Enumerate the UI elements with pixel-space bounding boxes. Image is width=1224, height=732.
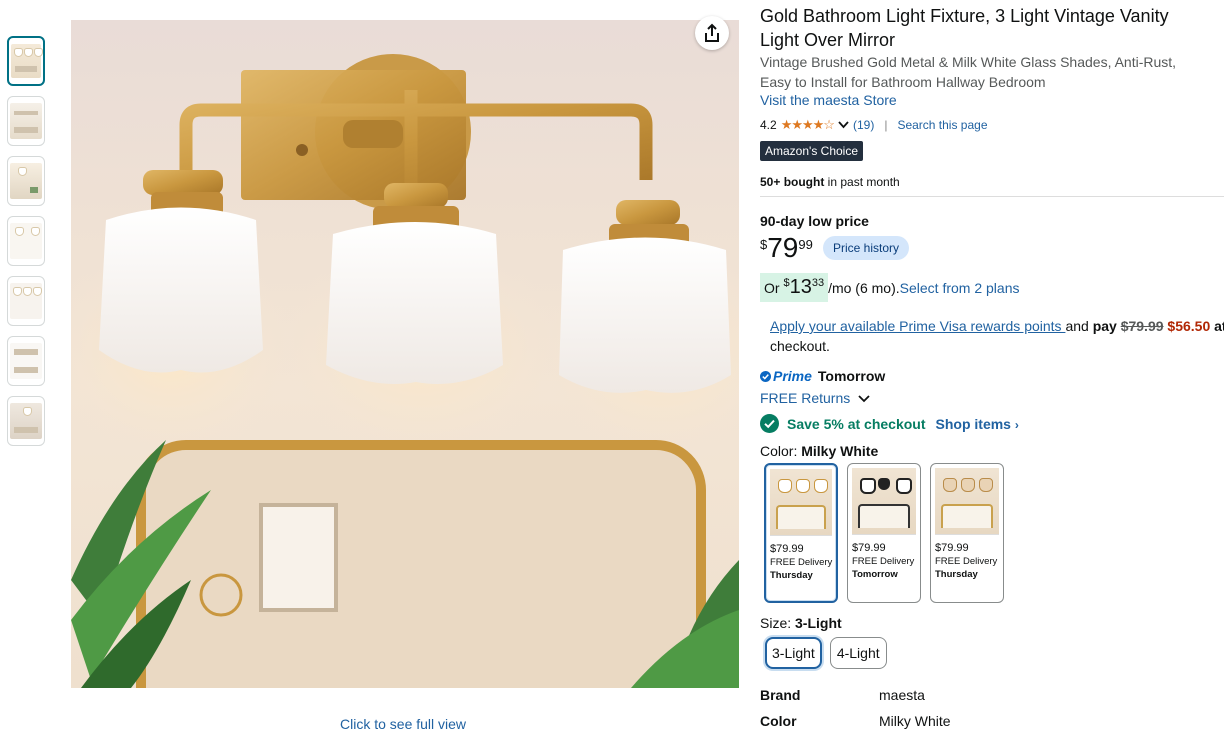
monthly-price-highlight: Or $13 33	[760, 273, 829, 302]
monthly-fraction: 33	[811, 277, 825, 289]
thumbnail-7[interactable]	[7, 396, 45, 446]
low-price-label: 90-day low price	[760, 213, 869, 229]
swatch-info: $79.99 FREE Delivery Tomorrow	[852, 542, 914, 581]
spec-value: maesta	[879, 687, 925, 703]
visa-and: and	[1065, 318, 1093, 334]
price-fraction: 99	[798, 237, 813, 252]
chevron-down-icon	[858, 395, 870, 403]
spec-row-brand: Brand maesta	[760, 687, 925, 703]
amazons-choice-badge: Amazon's Choice	[760, 141, 863, 161]
price-currency: $	[760, 237, 768, 252]
search-this-page-link[interactable]: Search this page	[897, 118, 987, 132]
free-returns[interactable]: FREE Returns	[760, 390, 870, 406]
thumbnail-1[interactable]	[7, 36, 45, 86]
rating-value: 4.2	[760, 118, 777, 132]
monthly-suffix: /mo (6 mo).	[828, 279, 900, 296]
share-icon	[705, 23, 719, 42]
visa-old-price: $79.99	[1120, 318, 1164, 334]
color-swatch-clear[interactable]: $79.99 FREE Delivery Thursday	[930, 463, 1004, 603]
thumbnail-4[interactable]	[7, 216, 45, 266]
chevron-right-icon: ›	[1014, 417, 1019, 432]
full-view-link[interactable]: Click to see full view	[340, 716, 466, 732]
monthly-prefix: Or	[764, 280, 780, 296]
product-title: Gold Bathroom Light Fixture, 3 Light Vin…	[760, 6, 1169, 50]
separator: |	[884, 118, 888, 132]
shop-items-label: Shop items	[935, 415, 1011, 432]
size-label: Size: 3-Light	[760, 615, 842, 631]
size-option-4-light[interactable]: 4-Light	[829, 637, 887, 669]
swatch-day: Thursday	[935, 569, 978, 580]
swatch-info: $79.99 FREE Delivery Thursday	[935, 542, 997, 581]
spec-key: Brand	[760, 687, 801, 703]
vanity-light-illustration	[71, 54, 739, 688]
bought-count-number: 50+ bought	[760, 175, 825, 189]
thumbnail-5[interactable]	[7, 276, 45, 326]
color-swatches: $79.99 FREE Delivery Thursday $79.99 FRE…	[764, 463, 1004, 603]
monthly-payment: Or $13 33 /mo (6 mo). Select from 2 plans	[760, 273, 1020, 302]
review-count-link[interactable]: (19)	[853, 118, 874, 132]
divider	[760, 196, 1224, 197]
swatch-image	[935, 468, 999, 535]
swatch-delivery: FREE Delivery	[852, 556, 915, 567]
select-plans-link[interactable]: Select from 2 plans	[900, 280, 1020, 296]
color-label: Color: Milky White	[760, 443, 878, 459]
main-product-image[interactable]	[71, 20, 739, 688]
size-options: 3-Light 4-Light	[765, 637, 887, 669]
thumbnail-2[interactable]	[7, 96, 45, 146]
price-whole: 79	[767, 232, 799, 263]
visa-rewards: Apply your available Prime Visa rewards …	[770, 316, 1224, 356]
bought-count-suffix: in past month	[824, 175, 900, 189]
thumbnail-strip	[7, 36, 47, 456]
size-label-prefix: Size:	[760, 615, 796, 631]
bought-count: 50+ bought in past month	[760, 175, 900, 189]
share-button[interactable]	[695, 16, 729, 50]
coupon-row: Save 5% at checkout Shop items ›	[760, 414, 1019, 433]
swatch-image	[770, 469, 832, 536]
star-rating-icon[interactable]: ★★★★☆	[781, 117, 835, 133]
prime-day: Tomorrow	[817, 368, 886, 384]
color-label-prefix: Color:	[760, 443, 802, 459]
visa-pay: pay	[1092, 318, 1117, 334]
price: $ 79 99	[760, 233, 813, 263]
swatch-price: $79.99	[852, 542, 886, 554]
store-link[interactable]: Visit the maesta Store	[760, 92, 897, 108]
color-swatch-milky-white[interactable]: $79.99 FREE Delivery Thursday	[764, 463, 838, 603]
check-icon	[760, 370, 771, 382]
checkmark-circle-icon	[760, 414, 779, 433]
prime-logo: Prime	[760, 368, 812, 384]
swatch-delivery: FREE Delivery	[770, 557, 833, 568]
size-option-3-light[interactable]: 3-Light	[765, 637, 822, 669]
swatch-day: Tomorrow	[852, 569, 898, 580]
save-text: Save 5% at checkout	[787, 415, 926, 432]
thumbnail-6[interactable]	[7, 336, 45, 386]
swatch-info: $79.99 FREE Delivery Thursday	[770, 543, 832, 582]
visa-tail: at	[1214, 318, 1224, 334]
spec-row-color: Color Milky White	[760, 713, 951, 729]
swatch-price: $79.99	[770, 543, 804, 555]
prime-delivery: Prime Tomorrow	[760, 368, 885, 384]
size-selected: 3-Light	[795, 615, 842, 631]
swatch-price: $79.99	[935, 542, 969, 554]
visa-rewards-link[interactable]: Apply your available Prime Visa rewards …	[770, 318, 1065, 334]
free-returns-label: FREE Returns	[760, 390, 851, 406]
swatch-delivery: FREE Delivery	[935, 556, 998, 567]
spec-value: Milky White	[879, 713, 951, 729]
shop-items-link[interactable]: Shop items ›	[936, 416, 1019, 432]
visa-checkout: checkout.	[770, 338, 830, 354]
prime-label: Prime	[773, 368, 812, 384]
color-swatch-black[interactable]: $79.99 FREE Delivery Tomorrow	[847, 463, 921, 603]
color-selected: Milky White	[801, 443, 879, 459]
spec-key: Color	[760, 713, 797, 729]
swatch-day: Thursday	[770, 570, 813, 581]
chevron-down-icon[interactable]	[838, 121, 849, 129]
thumbnail-3[interactable]	[7, 156, 45, 206]
monthly-whole: 13	[789, 276, 812, 298]
swatch-image	[852, 468, 916, 535]
visa-new-price: $56.50	[1167, 318, 1211, 334]
price-history-button[interactable]: Price history	[823, 236, 910, 260]
product-subtitle: Vintage Brushed Gold Metal & Milk White …	[760, 54, 1177, 90]
rating-row: 4.2 ★★★★☆ (19) | Search this page	[760, 117, 988, 133]
